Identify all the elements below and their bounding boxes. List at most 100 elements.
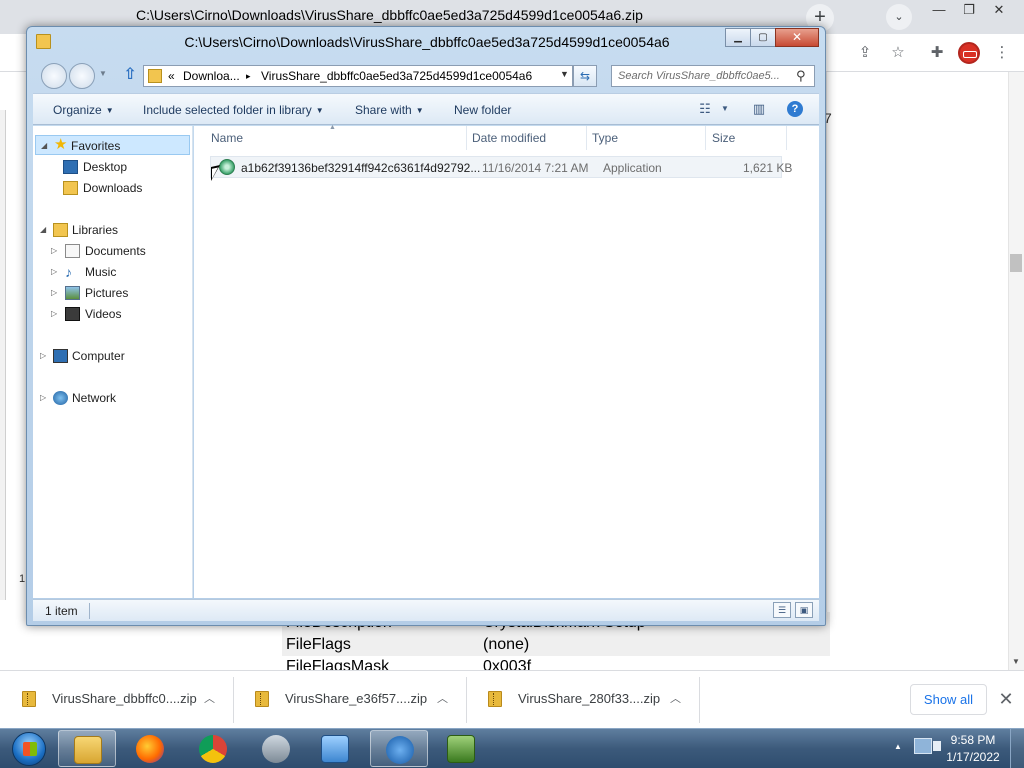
expand-arrow-icon[interactable]: ▷ xyxy=(40,388,46,408)
address-dropdown-icon[interactable]: ▼ xyxy=(560,69,569,79)
up-arrow-icon[interactable]: ⇧ xyxy=(120,65,140,85)
column-separator[interactable] xyxy=(466,126,467,150)
search-placeholder[interactable]: Search VirusShare_dbbffc0ae5... xyxy=(618,70,790,82)
column-header-size[interactable]: Size xyxy=(712,131,735,145)
address-bar[interactable]: « Downloa... ▸ VirusShare_dbbffc0ae5ed3a… xyxy=(143,65,573,87)
collapse-arrow-icon[interactable]: ◢ xyxy=(41,136,47,156)
taskbar-media[interactable] xyxy=(247,730,305,767)
new-folder-button[interactable]: New folder xyxy=(454,103,511,117)
extensions-puzzle-icon[interactable]: ✚ xyxy=(926,42,948,64)
downloads-folder-icon xyxy=(63,181,78,195)
file-name[interactable]: a1b62f39136bef32914ff942c6361f4d92792... xyxy=(241,161,480,175)
tab-search-button[interactable]: ⌄ xyxy=(886,4,912,30)
nav-label: Libraries xyxy=(72,223,119,237)
forward-button[interactable] xyxy=(69,63,95,89)
bookmark-star-icon[interactable]: ☆ xyxy=(887,42,909,64)
details-view-icon[interactable]: ☰ xyxy=(773,602,791,618)
change-view-icon[interactable]: ☷ xyxy=(695,100,715,118)
background-panel-edge xyxy=(826,72,836,612)
column-separator[interactable] xyxy=(786,126,787,150)
computer-icon xyxy=(53,349,68,363)
minimize-button[interactable]: ▁ xyxy=(725,28,751,47)
browser-menu-icon[interactable]: ⋮ xyxy=(991,42,1013,64)
column-header-name[interactable]: Name xyxy=(211,131,243,145)
page-scrollbar[interactable] xyxy=(1008,72,1024,670)
nav-favorites[interactable]: ◢ ★ Favorites xyxy=(35,135,190,155)
expand-arrow-icon[interactable]: ▷ xyxy=(51,283,57,303)
taskbar-firefox[interactable] xyxy=(121,730,179,767)
column-separator[interactable] xyxy=(705,126,706,150)
taskbar-explorer[interactable] xyxy=(58,730,116,767)
start-button[interactable] xyxy=(2,730,54,768)
download-item[interactable]: VirusShare_e36f57....zip ︿ xyxy=(237,677,467,723)
zip-file-icon xyxy=(488,691,502,707)
include-in-library-button[interactable]: Include selected folder in library ▼ xyxy=(143,103,324,117)
recent-pages-dropdown-icon[interactable]: ▼ xyxy=(99,69,107,78)
explorer-window: C:\Users\Cirno\Downloads\VirusShare_dbbf… xyxy=(26,26,826,626)
download-item[interactable]: VirusShare_dbbffc0....zip ︿ xyxy=(4,677,234,723)
taskbar-downloader[interactable] xyxy=(370,730,428,767)
address-overflow[interactable]: « xyxy=(168,69,175,83)
search-box[interactable]: Search VirusShare_dbbffc0ae5... ⚲ xyxy=(611,65,815,87)
view-dropdown-icon[interactable]: ▼ xyxy=(715,100,735,118)
browser-minimize-button[interactable]: — xyxy=(924,0,954,20)
preview-pane-icon[interactable]: ▥ xyxy=(749,100,769,118)
close-icon[interactable]: ✕ xyxy=(996,688,1016,710)
show-hidden-icons-icon[interactable]: ▲ xyxy=(894,742,902,751)
help-icon[interactable]: ? xyxy=(787,101,803,117)
taskbar-chrome[interactable] xyxy=(184,730,242,767)
desktop-icon xyxy=(63,160,78,174)
file-row[interactable]: a1b62f39136bef32914ff942c6361f4d92792...… xyxy=(210,156,792,178)
large-icons-view-icon[interactable]: ▣ xyxy=(795,602,813,618)
clock-date[interactable]: 1/17/2022 xyxy=(944,750,1002,764)
chevron-up-icon[interactable]: ︿ xyxy=(437,690,448,706)
star-icon: ★ xyxy=(54,136,68,153)
show-all-downloads-button[interactable]: Show all xyxy=(910,684,987,715)
nav-label: Pictures xyxy=(85,286,129,300)
refresh-icon[interactable]: ⇆ xyxy=(573,65,597,87)
maximize-button[interactable]: ▢ xyxy=(750,28,776,47)
background-window-text: 1 xyxy=(19,573,26,585)
network-tray-icon[interactable] xyxy=(914,738,932,754)
film-reel-icon xyxy=(262,735,290,763)
expand-arrow-icon[interactable]: ▷ xyxy=(51,304,57,324)
share-with-button[interactable]: Share with ▼ xyxy=(355,103,424,117)
expand-arrow-icon[interactable]: ▷ xyxy=(51,241,57,261)
detail-row-file-flags: FileFlags (none) xyxy=(282,634,830,656)
page-scrollbar-thumb[interactable] xyxy=(1010,254,1022,272)
download-item[interactable]: VirusShare_280f33....zip ︿ xyxy=(470,677,700,723)
chevron-up-icon[interactable]: ︿ xyxy=(204,690,215,706)
expand-arrow-icon[interactable]: ▷ xyxy=(40,346,46,366)
column-header-date-modified[interactable]: Date modified xyxy=(472,131,546,145)
music-icon: ♪ xyxy=(65,264,72,280)
collapse-arrow-icon[interactable]: ◢ xyxy=(40,220,46,240)
zip-file-icon xyxy=(255,691,269,707)
clock-time[interactable]: 9:58 PM xyxy=(948,733,998,747)
share-icon[interactable]: ⇪ xyxy=(854,42,876,64)
organize-button[interactable]: Organize ▼ xyxy=(53,103,114,117)
breadcrumb-downloads[interactable]: Downloa... xyxy=(183,69,240,83)
chevron-up-icon[interactable]: ︿ xyxy=(670,690,681,706)
browser-close-button[interactable]: ✕ xyxy=(984,0,1014,20)
taskbar-security-app[interactable] xyxy=(432,730,490,767)
zip-file-icon xyxy=(22,691,36,707)
dropdown-arrow-icon: ▼ xyxy=(415,106,424,115)
application-icon xyxy=(219,159,235,175)
profile-avatar-icon[interactable] xyxy=(958,42,980,64)
close-button[interactable]: ✕ xyxy=(775,28,819,47)
browser-maximize-button[interactable]: ❐ xyxy=(954,0,984,20)
volume-icon[interactable] xyxy=(933,741,941,751)
scroll-down-arrow-icon[interactable]: ▼ xyxy=(1010,656,1022,668)
taskbar-control-panel[interactable] xyxy=(306,730,364,767)
browser-window-title: C:\Users\Cirno\Downloads\VirusShare_dbbf… xyxy=(136,7,643,23)
expand-arrow-icon[interactable]: ▷ xyxy=(51,262,57,282)
column-header-type[interactable]: Type xyxy=(592,131,618,145)
breadcrumb-current-folder[interactable]: VirusShare_dbbffc0ae5ed3a725d4599d1ce005… xyxy=(261,69,532,83)
column-separator[interactable] xyxy=(586,126,587,150)
show-desktop-button[interactable] xyxy=(1010,729,1024,768)
file-type: Application xyxy=(603,161,662,175)
back-button[interactable] xyxy=(41,63,67,89)
detail-row-file-flags-mask: FileFlagsMask 0x003f xyxy=(282,656,830,670)
breadcrumb-separator-icon[interactable]: ▸ xyxy=(246,71,251,82)
search-icon[interactable]: ⚲ xyxy=(796,68,806,84)
